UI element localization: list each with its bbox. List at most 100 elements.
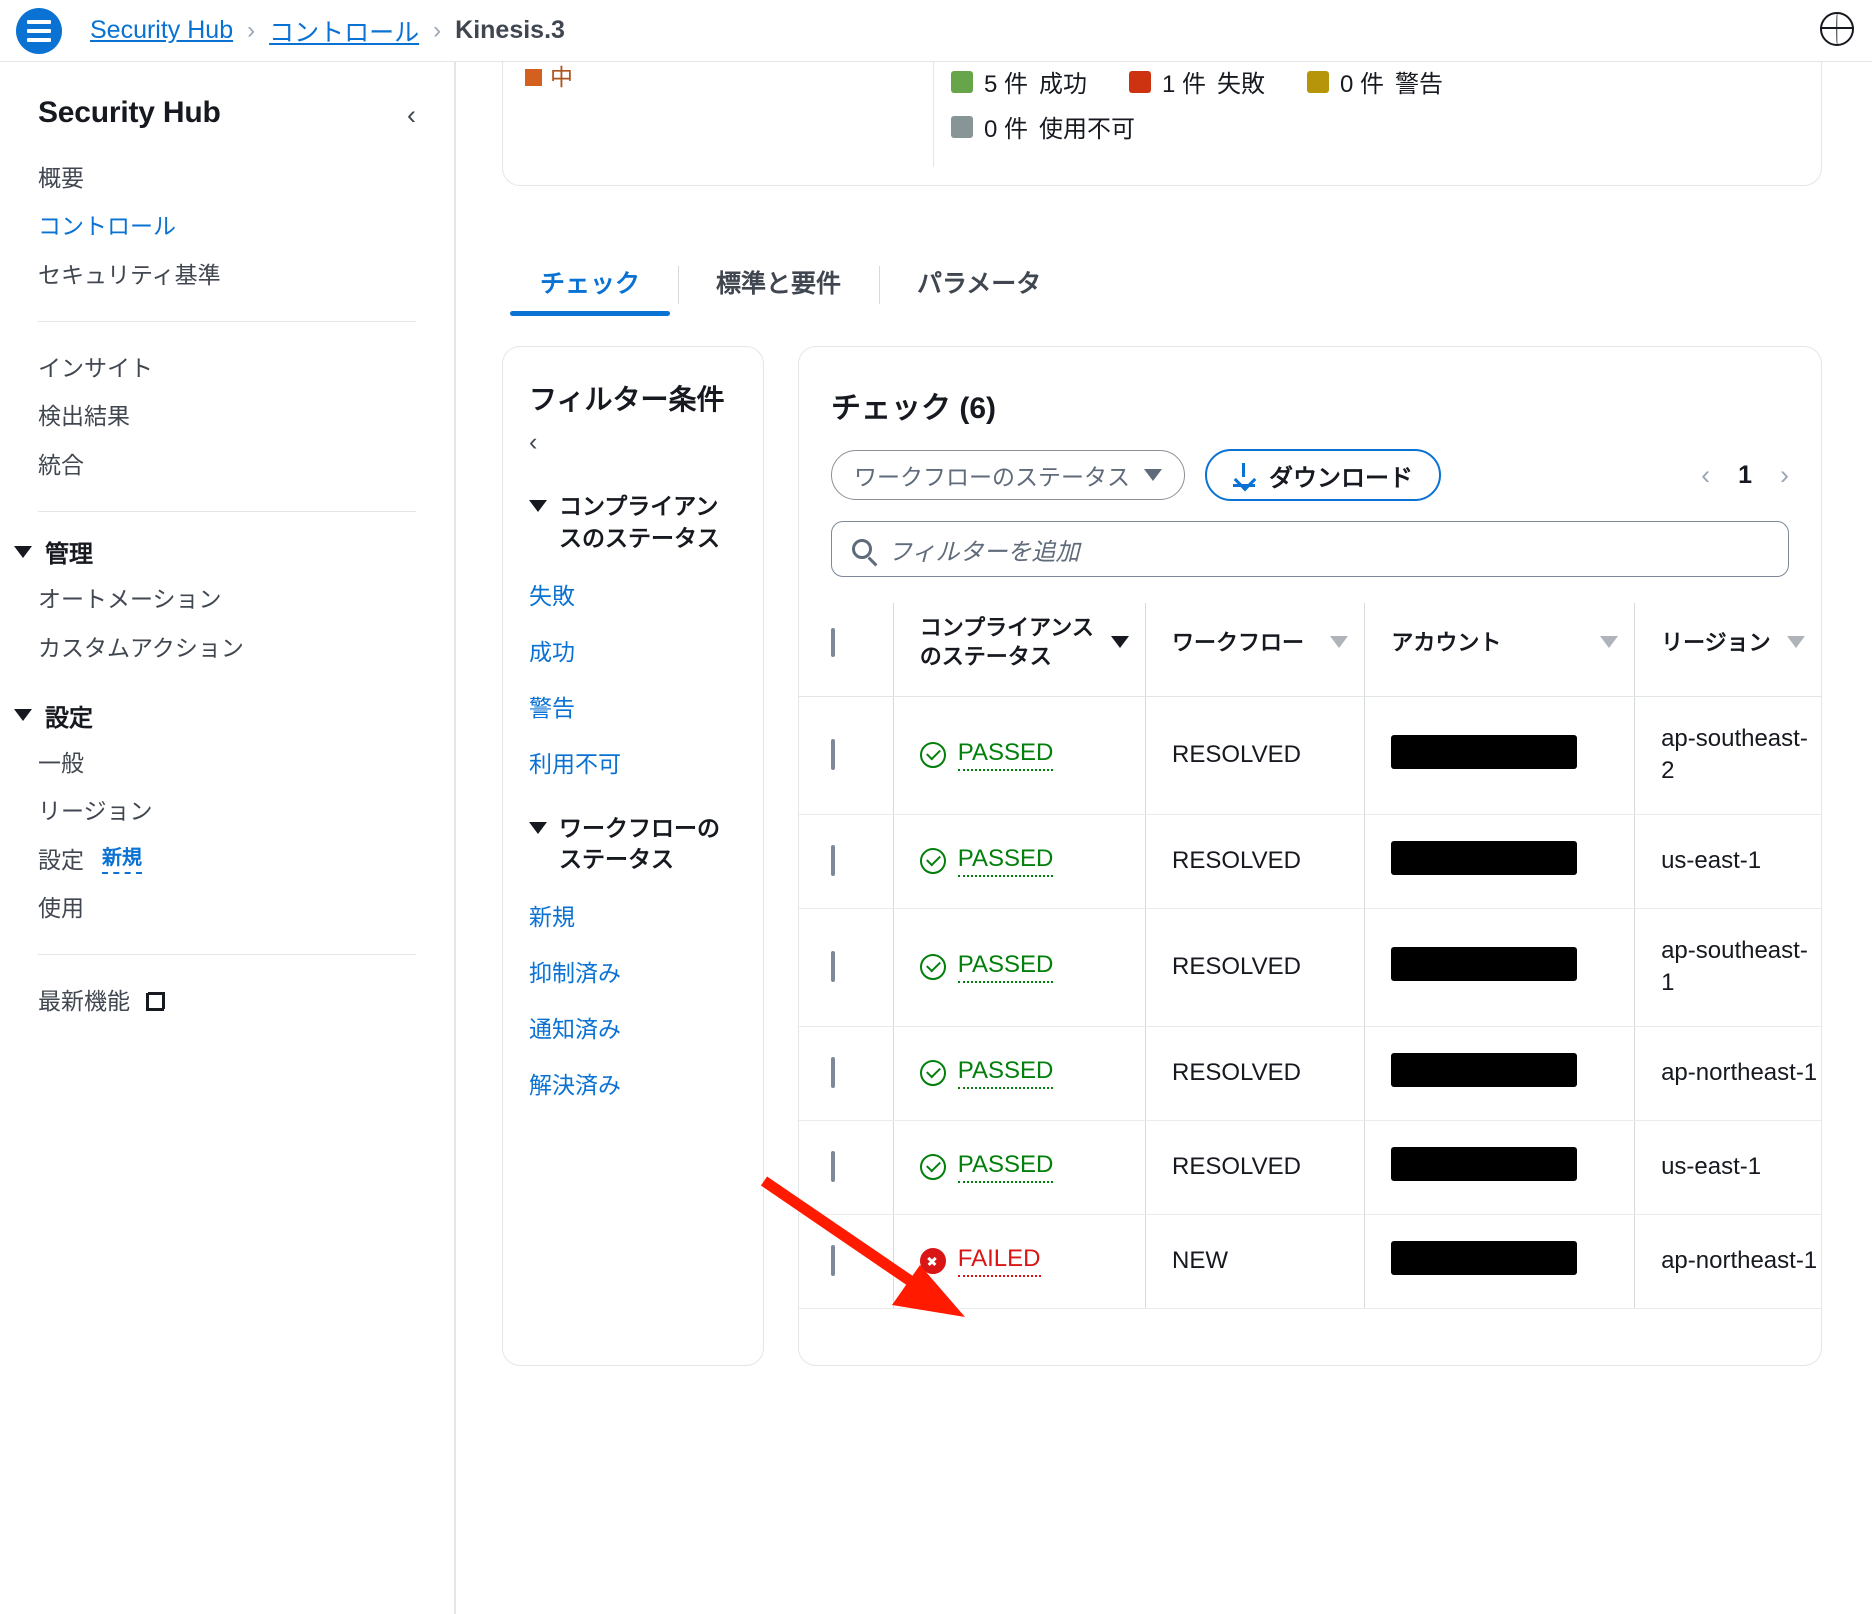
sidebar-item-whats-new[interactable]: 最新機能 [38,977,416,1025]
tab-parameters[interactable]: パラメータ [879,264,1079,316]
row-checkbox[interactable] [831,1245,835,1276]
cell-workflow: NEW [1144,1214,1365,1309]
sidebar-header: Security Hub ‹ [38,96,416,130]
legend-item-failed: 1 件 失敗 [1129,64,1265,99]
sidebar-item-overview[interactable]: 概要 [38,154,416,202]
filter-link-passed[interactable]: 成功 [529,633,737,667]
column-header-label: コンプライアンスのステータス [919,615,1094,670]
cell-account [1364,908,1635,1027]
status-badge[interactable]: PASSED [957,951,1054,984]
table-row[interactable]: PASSED RESOLVED ap-northeast-1 [799,1026,1821,1121]
sidebar-item-custom-actions[interactable]: カスタムアクション [38,624,416,672]
column-header-region[interactable]: リージョン [1634,603,1821,697]
filter-link-warning[interactable]: 警告 [529,689,737,723]
pagination-prev-icon[interactable]: ‹ [1701,460,1710,491]
caret-down-icon [529,821,547,834]
hamburger-icon[interactable] [16,7,62,54]
cell-region: ap-southeast-2 [1634,696,1821,815]
pagination: ‹ 1 › [1701,460,1789,491]
chevron-left-icon[interactable]: ‹ [529,428,737,457]
status-badge[interactable]: FAILED [957,1245,1041,1277]
status-badge[interactable]: PASSED [957,845,1054,878]
filter-link-new[interactable]: 新規 [529,898,737,932]
status-badge[interactable]: PASSED [957,739,1054,772]
globe-icon[interactable] [1820,12,1854,46]
filter-link-failed[interactable]: 失敗 [529,577,737,611]
sidebar-group-administration[interactable]: 管理 [14,534,416,569]
caret-down-icon [14,709,32,722]
column-header-account[interactable]: アカウント [1364,603,1635,697]
sidebar-item-controls[interactable]: コントロール [38,202,416,250]
row-checkbox[interactable] [831,1057,835,1088]
pagination-page-1[interactable]: 1 [1738,461,1752,490]
workflow-status-select[interactable]: ワークフローのステータス [831,450,1185,500]
tab-standards-and-requirements[interactable]: 標準と要件 [678,264,879,316]
check-circle-icon [919,848,946,875]
column-header-workflow[interactable]: ワークフロー [1144,603,1365,697]
sidebar-item-findings[interactable]: 検出結果 [38,392,416,440]
row-checkbox[interactable] [831,845,835,877]
filter-group-compliance-status[interactable]: コンプライアンスのステータス [529,491,737,554]
legend-item-warning: 0 件 警告 [1307,64,1443,99]
filter-search-input[interactable]: フィルターを追加 [831,521,1789,577]
sidebar-item-general[interactable]: 一般 [38,739,416,787]
cell-compliance-status: PASSED [892,1026,1146,1121]
table-row[interactable]: PASSED RESOLVED ap-southeast-2 [799,696,1821,815]
row-checkbox[interactable] [831,1151,835,1182]
redacted-account-value [1391,840,1578,875]
table-row[interactable]: PASSED RESOLVED ap-southeast-1 [799,908,1821,1027]
filter-link-resolved[interactable]: 解決済み [529,1066,737,1100]
sidebar-item-usage[interactable]: 使用 [38,884,416,932]
sidebar-group-label: 設定 [45,704,93,732]
sidebar-nav-secondary: インサイト 検出結果 統合 [38,344,416,489]
cell-workflow: RESOLVED [1144,696,1365,815]
breadcrumb-item-current: Kinesis.3 [455,16,565,44]
redacted-account-value [1391,1052,1578,1087]
sidebar-item-integrations[interactable]: 統合 [38,441,416,489]
download-button[interactable]: ダウンロード [1205,449,1441,501]
row-checkbox-cell [799,1026,894,1121]
tab-checks[interactable]: チェック [502,264,678,316]
column-header-compliance-status[interactable]: コンプライアンスのステータス [892,603,1146,697]
sidebar-item-security-standards[interactable]: セキュリティ基準 [38,251,416,299]
filter-group-workflow-status[interactable]: ワークフローのステータス [529,813,737,876]
severity-swatch-icon [525,69,542,86]
row-checkbox-cell [799,1214,894,1309]
sidebar-item-configuration[interactable]: 設定 新規 [38,836,416,884]
legend-item-not-available: 0 件 使用不可 [951,109,1135,144]
row-checkbox[interactable] [831,739,835,771]
row-checkbox[interactable] [831,951,835,983]
sidebar-item-automation[interactable]: オートメーション [38,575,416,623]
row-checkbox-cell [799,908,894,1027]
status-badge[interactable]: PASSED [957,1057,1054,1089]
breadcrumb-separator-icon: › [433,16,442,44]
sidebar-group-label: 管理 [45,541,93,569]
status-badge[interactable]: PASSED [957,1151,1054,1183]
cell-account [1364,696,1635,815]
sidebar-item-insights[interactable]: インサイト [38,344,416,392]
cell-account [1364,1026,1635,1121]
table-row[interactable]: PASSED RESOLVED us-east-1 [799,814,1821,909]
breadcrumb-item-security-hub[interactable]: Security Hub [90,16,233,45]
sidebar-item-regions[interactable]: リージョン [38,787,416,835]
legend-swatch-icon [1129,70,1152,93]
check-circle-icon [919,954,946,981]
table-row[interactable]: PASSED RESOLVED us-east-1 [799,1120,1821,1215]
filter-group-label: ワークフローのステータス [559,814,720,873]
filter-link-notified[interactable]: 通知済み [529,1010,737,1044]
filter-link-not-available[interactable]: 利用不可 [529,745,737,779]
legend-swatch-icon [1307,70,1330,93]
caret-down-icon [14,545,32,558]
select-all-checkbox[interactable] [831,627,835,657]
caret-down-icon [529,500,547,513]
tab-bar: チェック 標準と要件 パラメータ [502,248,1822,316]
table-row[interactable]: FAILED NEW ap-northeast-1 [799,1214,1821,1309]
chevron-left-icon[interactable]: ‹ [407,96,416,129]
sidebar-divider-2 [38,511,416,513]
cell-account [1364,1120,1635,1215]
sidebar-group-settings[interactable]: 設定 [14,698,416,733]
pagination-next-icon[interactable]: › [1780,460,1789,491]
breadcrumb-item-controls[interactable]: コントロール [269,13,419,49]
filter-link-suppressed[interactable]: 抑制済み [529,954,737,988]
app-root: Security Hub › コントロール › Kinesis.3 Securi… [0,0,1872,1614]
